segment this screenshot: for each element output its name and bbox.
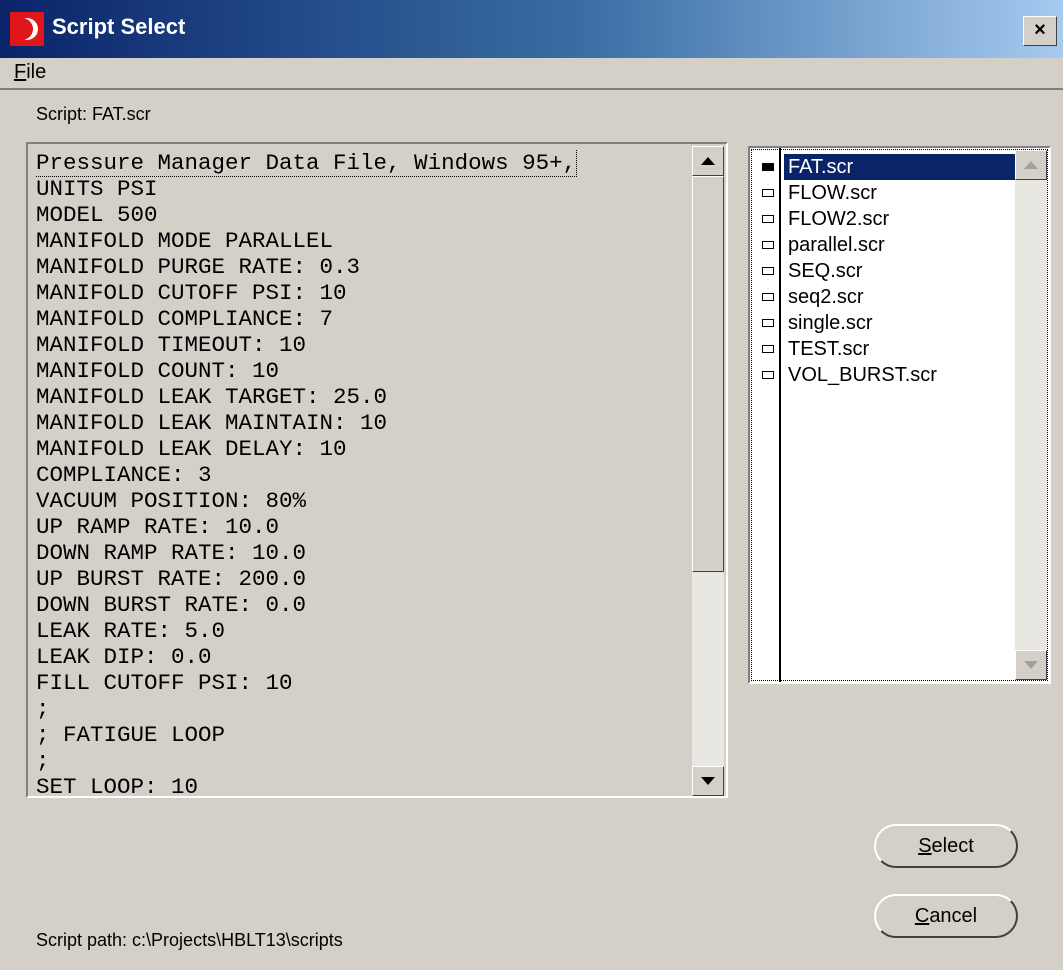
- script-file-item[interactable]: seq2.scr: [758, 284, 1016, 310]
- script-vertical-scrollbar[interactable]: [692, 146, 724, 796]
- script-text-line: MANIFOLD LEAK TARGET: 25.0: [36, 384, 388, 410]
- script-file-name: FAT.scr: [784, 154, 1018, 180]
- checkbox-icon[interactable]: [762, 267, 774, 275]
- script-file-item[interactable]: FLOW.scr: [758, 180, 1016, 206]
- list-vertical-scrollbar[interactable]: [1015, 150, 1047, 680]
- select-mnemonic: S: [918, 835, 932, 857]
- scroll-up-button[interactable]: [692, 146, 724, 176]
- script-text-line: ;: [36, 748, 50, 774]
- script-text-line: DOWN BURST RATE: 0.0: [36, 592, 307, 618]
- cancel-mnemonic: C: [914, 905, 930, 927]
- arrow-up-icon: [701, 157, 715, 165]
- arrow-up-icon: [1024, 161, 1038, 169]
- select-button[interactable]: Select: [874, 824, 1018, 868]
- script-path-label: Script path: c:\Projects\HBLT13\scripts: [36, 930, 343, 950]
- script-text-line: MANIFOLD PURGE RATE: 0.3: [36, 254, 361, 280]
- script-text-lines: Pressure Manager Data File, Windows 95+,…: [36, 150, 688, 794]
- close-button[interactable]: ×: [1023, 16, 1057, 46]
- script-text-line: MANIFOLD CUTOFF PSI: 10: [36, 280, 347, 306]
- checkbox-icon[interactable]: [762, 163, 774, 171]
- script-file-name: FLOW.scr: [788, 182, 877, 204]
- script-file-item[interactable]: FLOW2.scr: [758, 206, 1016, 232]
- script-text-line: ;: [36, 696, 50, 722]
- menu-file-rest: ile: [26, 61, 47, 83]
- script-file-name: SEQ.scr: [788, 260, 863, 282]
- script-file-name: single.scr: [788, 312, 873, 334]
- script-text-line: LEAK RATE: 5.0: [36, 618, 226, 644]
- script-text-line: MANIFOLD LEAK DELAY: 10: [36, 436, 347, 462]
- script-text-line: MANIFOLD COUNT: 10: [36, 358, 280, 384]
- checkbox-icon[interactable]: [762, 189, 774, 197]
- script-file-item[interactable]: single.scr: [758, 310, 1016, 336]
- app-icon[interactable]: [10, 12, 44, 46]
- window-title: Script Select: [52, 14, 186, 39]
- scroll-down-button[interactable]: [692, 766, 724, 796]
- scroll-thumb[interactable]: [692, 176, 724, 572]
- script-file-name: TEST.scr: [788, 338, 870, 360]
- cancel-rest: ancel: [929, 905, 978, 927]
- script-file-name: parallel.scr: [788, 234, 885, 256]
- checkbox-icon[interactable]: [762, 241, 774, 249]
- script-text-line: UP BURST RATE: 200.0: [36, 566, 307, 592]
- title-bar: Script Select ×: [0, 0, 1063, 58]
- script-text-box[interactable]: Pressure Manager Data File, Windows 95+,…: [26, 142, 728, 798]
- script-file-item[interactable]: FAT.scr: [758, 154, 1018, 180]
- script-file-item[interactable]: parallel.scr: [758, 232, 1016, 258]
- script-text-line: MANIFOLD LEAK MAINTAIN: 10: [36, 410, 388, 436]
- menu-file-mnemonic: F: [14, 61, 27, 83]
- menu-file[interactable]: File: [14, 58, 46, 86]
- script-text-line: MODEL 500: [36, 202, 158, 228]
- script-file-name: VOL_BURST.scr: [788, 364, 937, 386]
- script-file-name: FLOW2.scr: [788, 208, 890, 230]
- script-text-line: FILL CUTOFF PSI: 10: [36, 670, 293, 696]
- script-file-list[interactable]: FAT.scr FLOW.scr FLOW2.scr parallel.scr SEQ.…: [748, 146, 1051, 684]
- script-text-line: Pressure Manager Data File, Windows 95+,: [36, 150, 578, 177]
- script-text-line: MANIFOLD MODE PARALLEL: [36, 228, 334, 254]
- list-scroll-up-button[interactable]: [1015, 150, 1047, 180]
- script-text-line: MANIFOLD TIMEOUT: 10: [36, 332, 307, 358]
- checkbox-icon[interactable]: [762, 215, 774, 223]
- cancel-button[interactable]: Cancel: [874, 894, 1018, 938]
- checkbox-icon[interactable]: [762, 371, 774, 379]
- arrow-down-icon: [1024, 661, 1038, 669]
- checkbox-icon[interactable]: [762, 319, 774, 327]
- script-text-line: LEAK DIP: 0.0: [36, 644, 212, 670]
- script-text-line: UP RAMP RATE: 10.0: [36, 514, 280, 540]
- script-text-line: VACUUM POSITION: 80%: [36, 488, 307, 514]
- arrow-down-icon: [701, 777, 715, 785]
- checkbox-icon[interactable]: [762, 293, 774, 301]
- menu-bar: File: [0, 58, 1063, 90]
- script-text-line: ; FATIGUE LOOP: [36, 722, 226, 748]
- script-file-item[interactable]: TEST.scr: [758, 336, 1016, 362]
- checkbox-icon[interactable]: [762, 345, 774, 353]
- script-file-item[interactable]: SEQ.scr: [758, 258, 1016, 284]
- script-file-item[interactable]: VOL_BURST.scr: [758, 362, 1016, 388]
- script-text-line: MANIFOLD COMPLIANCE: 7: [36, 306, 334, 332]
- script-text-line: SET LOOP: 10: [36, 774, 199, 794]
- script-text-line: COMPLIANCE: 3: [36, 462, 212, 488]
- script-text-line: UNITS PSI: [36, 176, 158, 202]
- script-label: Script: FAT.scr: [36, 104, 151, 124]
- script-text-line: DOWN RAMP RATE: 10.0: [36, 540, 307, 566]
- script-file-name: seq2.scr: [788, 286, 864, 308]
- select-rest: elect: [931, 835, 974, 857]
- list-scroll-down-button[interactable]: [1015, 650, 1047, 680]
